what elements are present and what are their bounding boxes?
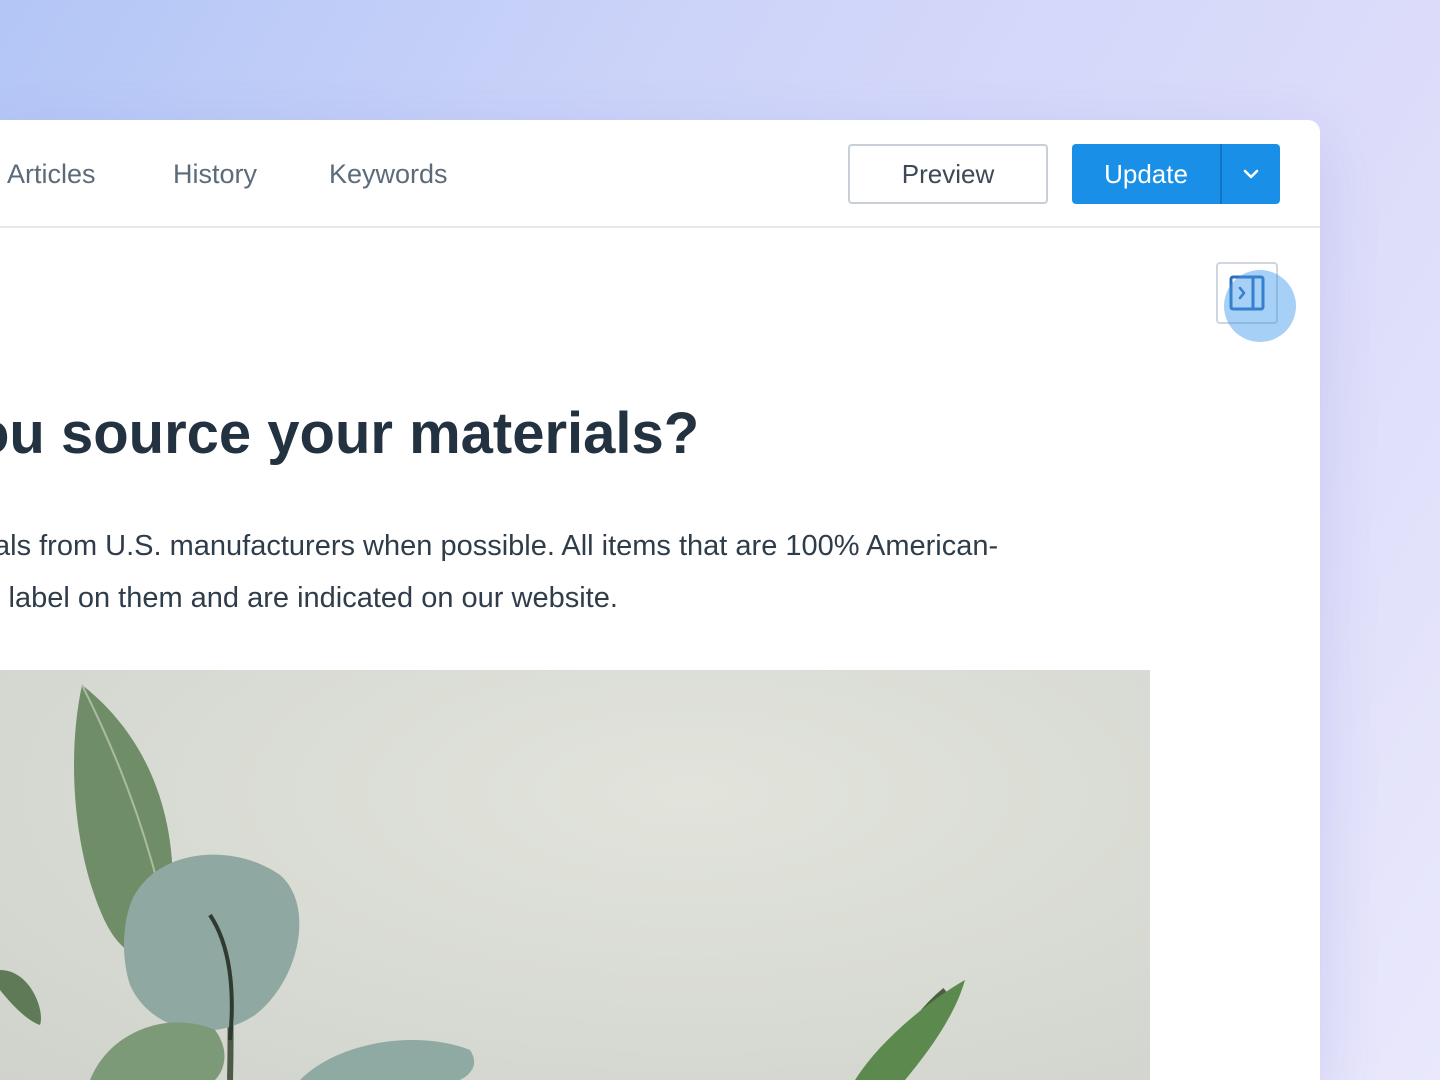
plant-photo xyxy=(0,684,965,1080)
update-options-button[interactable] xyxy=(1222,144,1280,204)
tab-keywords[interactable]: Keywords xyxy=(329,157,448,191)
article-body-line: als from U.S. manufacturers when possibl… xyxy=(0,530,999,562)
article-image[interactable] xyxy=(0,670,1150,1080)
article-title[interactable]: ou source your materials? xyxy=(0,400,699,468)
chevron-down-icon xyxy=(1243,169,1259,179)
tab-related-articles[interactable]: d Articles xyxy=(0,157,96,191)
tab-history[interactable]: History xyxy=(173,157,257,191)
article-body-line: l label on them and are indicated on our… xyxy=(0,582,618,614)
article-body[interactable]: als from U.S. manufacturers when possibl… xyxy=(0,520,1134,624)
update-button[interactable]: Update xyxy=(1072,144,1220,204)
top-toolbar: d Articles History Keywords Preview Upda… xyxy=(0,120,1320,228)
sidebar-expand-icon xyxy=(1229,275,1265,311)
sidebar-toggle-button[interactable] xyxy=(1216,262,1278,324)
editor-window: d Articles History Keywords Preview Upda… xyxy=(0,120,1320,1080)
update-button-group: Update xyxy=(1072,144,1280,204)
preview-button[interactable]: Preview xyxy=(848,144,1048,204)
